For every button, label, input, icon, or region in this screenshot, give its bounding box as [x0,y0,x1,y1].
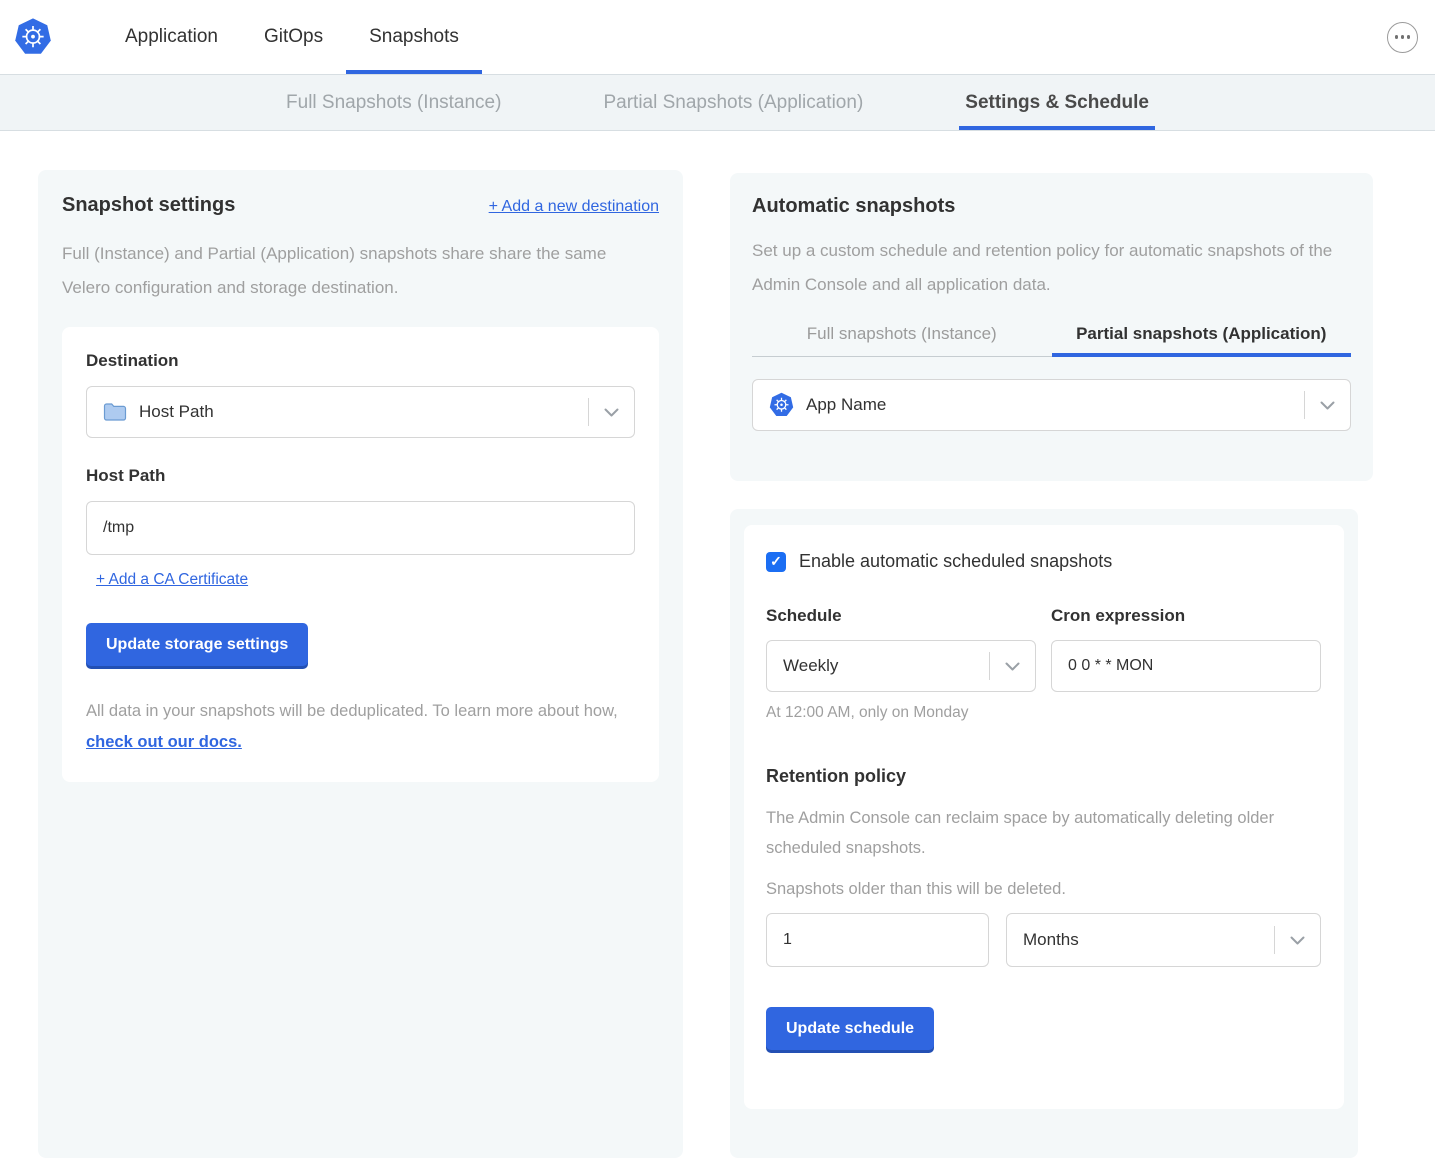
update-storage-settings-button[interactable]: Update storage settings [86,623,308,666]
schedule-card: ✓ Enable automatic scheduled snapshots S… [744,525,1344,1109]
cron-human-readable: At 12:00 AM, only on Monday [766,704,1322,722]
more-menu-button[interactable] [1387,22,1418,53]
kubernetes-icon [769,392,794,418]
main-content: Snapshot settings + Add a new destinatio… [0,131,1435,1169]
top-navigation: Application GitOps Snapshots [0,0,1435,74]
schedule-label: Schedule [766,606,1036,626]
retention-unit-select[interactable]: Months [1006,913,1321,967]
destination-select[interactable]: Host Path [86,386,635,438]
add-new-destination-link[interactable]: + Add a new destination [489,198,659,216]
docs-link[interactable]: check out our docs. [86,733,242,751]
storage-settings-card: Destination Host Path Host Path + Add a [62,327,659,782]
tab-partial-snapshots[interactable]: Partial snapshots (Application) [1052,314,1352,357]
automatic-snapshots-title: Automatic snapshots [752,195,1351,218]
schedule-panel: ✓ Enable automatic scheduled snapshots S… [730,509,1358,1158]
folder-icon [103,402,127,422]
enable-snapshots-label: Enable automatic scheduled snapshots [799,551,1112,572]
tab-full-snapshots[interactable]: Full snapshots (Instance) [752,314,1052,357]
tab-settings-schedule[interactable]: Settings & Schedule [959,75,1155,130]
automatic-snapshots-description: Set up a custom schedule and retention p… [752,234,1351,302]
snapshot-settings-description: Full (Instance) and Partial (Application… [62,237,659,305]
cron-expression-label: Cron expression [1051,606,1321,626]
ellipsis-icon [1395,35,1399,39]
destination-select-value: Host Path [139,402,214,422]
retention-value-input[interactable] [766,913,989,967]
destination-label: Destination [86,351,635,371]
snapshot-settings-panel: Snapshot settings + Add a new destinatio… [38,170,683,1158]
retention-policy-description: The Admin Console can reclaim space by a… [766,803,1296,863]
chevron-down-icon [990,662,1035,671]
snapshot-settings-title: Snapshot settings [62,194,235,217]
checkbox-checked-icon[interactable]: ✓ [766,552,786,572]
host-path-input[interactable] [86,501,635,555]
retention-hint: Snapshots older than this will be delete… [766,880,1322,899]
tab-partial-snapshots-application[interactable]: Partial Snapshots (Application) [597,75,869,130]
kubernetes-logo [0,0,70,74]
add-ca-certificate-link[interactable]: + Add a CA Certificate [96,571,248,589]
app-select-value: App Name [806,395,886,415]
chevron-down-icon [1275,936,1320,945]
enable-snapshots-checkbox-row[interactable]: ✓ Enable automatic scheduled snapshots [766,551,1322,572]
schedule-interval-select[interactable]: Weekly [766,640,1036,692]
dedup-note: All data in your snapshots will be dedup… [86,696,635,758]
nav-item-snapshots[interactable]: Snapshots [346,0,482,74]
host-path-label: Host Path [86,466,635,486]
automatic-snapshots-panel: Automatic snapshots Set up a custom sche… [730,173,1373,481]
chevron-down-icon [1305,401,1350,410]
cron-expression-input[interactable] [1051,640,1321,692]
primary-nav: Application GitOps Snapshots [102,0,482,74]
update-schedule-button[interactable]: Update schedule [766,1007,934,1050]
retention-policy-title: Retention policy [766,766,1322,787]
retention-unit-value: Months [1023,930,1079,950]
tab-full-snapshots-instance[interactable]: Full Snapshots (Instance) [280,75,507,130]
app-select[interactable]: App Name [752,379,1351,431]
snapshot-type-tabs: Full snapshots (Instance) Partial snapsh… [752,314,1351,357]
snapshots-subnav: Full Snapshots (Instance) Partial Snapsh… [0,74,1435,131]
schedule-interval-value: Weekly [783,656,838,676]
nav-item-application[interactable]: Application [102,0,241,74]
chevron-down-icon [589,408,634,417]
nav-item-gitops[interactable]: GitOps [241,0,346,74]
